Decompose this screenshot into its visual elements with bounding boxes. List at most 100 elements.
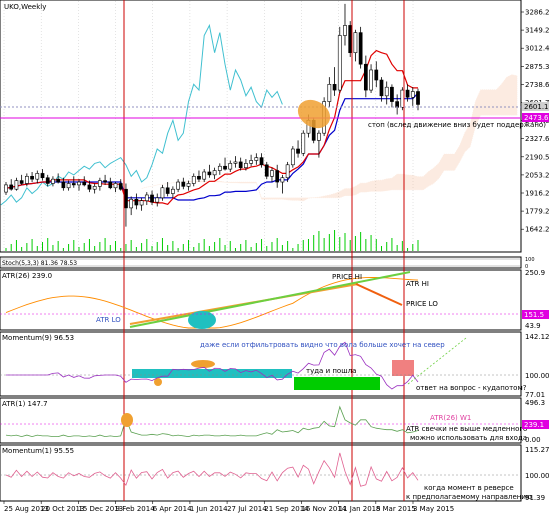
candle-body (24, 175, 29, 184)
candle-body (254, 157, 259, 161)
price-tick-label: 2738.6 (525, 81, 550, 89)
candle-body (171, 188, 175, 194)
atr1-axis-bottom: 0.00 (525, 436, 541, 444)
mom9-note: даже если отфильтровать видно что вола б… (200, 341, 445, 349)
stoch-pane[interactable] (0, 256, 522, 269)
atr1-atr26-w1: ATR(26) W1 (430, 414, 471, 422)
candle-body (108, 181, 113, 189)
price-tick-label: 1642.2 (525, 226, 550, 234)
price-tick-label: 3149.2 (525, 27, 550, 35)
candle-body (343, 25, 347, 36)
candle-body (87, 184, 92, 190)
candle-body (160, 187, 165, 199)
mom9-there-back: туда и пошла (306, 367, 356, 375)
atr26-axis-bottom: 43.9 (525, 322, 541, 330)
candle-body (337, 35, 342, 91)
candle-body (77, 181, 81, 186)
candle-body (416, 91, 420, 105)
candle-body (66, 183, 71, 189)
candle-body (270, 170, 274, 177)
atr1-axis-top: 496.3 (525, 399, 545, 407)
mom9-teal-zone (132, 369, 292, 378)
mom9-reversal-zone (392, 360, 414, 376)
mom1-axis-top: 115.27 (525, 446, 550, 454)
candle-body (61, 181, 66, 189)
candle-body (30, 175, 34, 180)
candle-body (35, 173, 40, 180)
price-tick-label: 2875.3 (525, 63, 550, 71)
mom9-green-zone (294, 377, 380, 390)
candle-body (244, 163, 248, 168)
atr26-axis-top: 250.9 (525, 269, 545, 277)
time-tick-label: 27 Jul 2014 (227, 505, 267, 513)
candle-body (395, 101, 400, 108)
candle-body (45, 177, 50, 184)
candle-body (228, 163, 233, 170)
candle-body (92, 186, 97, 190)
candle-body (191, 175, 196, 184)
price-tick-label: 1779.2 (525, 208, 550, 216)
price-tick-label: 3012.4 (525, 45, 550, 53)
price-hi-label: PRICE HI (332, 273, 362, 281)
atr26-tag: 151.5 (524, 311, 544, 319)
candle-body (301, 132, 306, 154)
time-axis: 25 Aug 201320 Oct 201315 Dec 20139 Feb 2… (3, 501, 454, 513)
candle-body (9, 184, 14, 190)
candle-body (238, 161, 243, 168)
price-tick-label: 2053.2 (525, 171, 550, 179)
candle-body (56, 178, 61, 183)
atr1-note-1: ATR свечки не выше медленного (406, 425, 527, 433)
atr1-title: ATR(1) 147.7 (2, 400, 48, 408)
mom1-axis-mid: 100.00 (525, 472, 550, 480)
candle-body (176, 181, 180, 190)
mom1-note-2: к предполагаемому направлению (406, 493, 532, 501)
candle-body (332, 84, 337, 91)
mom9-highlight-a (191, 360, 215, 368)
atr-low-highlight (188, 311, 216, 329)
price-tick-label: 2190.5 (525, 153, 550, 161)
candle-body (290, 148, 295, 166)
time-tick-label: 8 Mar 2015 (376, 505, 416, 513)
candle-body (181, 181, 186, 187)
atr1-tag: 239.1 (524, 421, 544, 429)
candle-body (405, 89, 410, 98)
atr1-note-2: можно использовать для входа (410, 434, 527, 442)
atr-lo-label: ATR LO (96, 316, 121, 324)
candle-body (264, 164, 269, 177)
candle-body (186, 183, 191, 187)
mom9-question: ответ на вопрос - кудапотом? (416, 384, 527, 392)
candle-body (374, 69, 379, 81)
candle-body (390, 86, 394, 102)
candle-body (202, 171, 207, 180)
candle-body (4, 184, 8, 193)
candle-body (400, 89, 405, 108)
candle-body (358, 32, 363, 65)
candle-body (249, 160, 253, 164)
candle-body (98, 180, 102, 187)
mom9-axis-top: 142.12 (525, 333, 550, 341)
candle-body (197, 175, 201, 180)
stop-note: стоп (вслед движение вниз будет поддержа… (368, 121, 546, 129)
candle-body (113, 183, 118, 189)
candle-body (275, 170, 280, 183)
candle-body (139, 200, 144, 206)
candle-body (369, 69, 373, 91)
mom1-note-1: когда момент в реверсе (424, 484, 514, 492)
candle-body (384, 86, 389, 97)
candle-body (259, 157, 264, 166)
price-tick-label: 3286.2 (525, 9, 550, 17)
candle-body (19, 180, 24, 184)
atr26-pane[interactable] (0, 269, 522, 331)
trading-chart[interactable]: UKO,Weekly стоп (вслед движение вниз буд… (0, 0, 550, 513)
candle-body (71, 183, 76, 186)
stoch-axis-100: 100 (525, 257, 535, 263)
candle-body (353, 32, 358, 54)
candle-body (51, 178, 55, 184)
candle-body (150, 194, 154, 203)
candle-body (134, 198, 139, 206)
candle-body (212, 170, 217, 176)
mom9-axis-mid: 100.00 (525, 372, 550, 380)
candle-body (40, 173, 45, 179)
candle-body (118, 183, 123, 190)
price-lo-label: PRICE LO (406, 300, 438, 308)
